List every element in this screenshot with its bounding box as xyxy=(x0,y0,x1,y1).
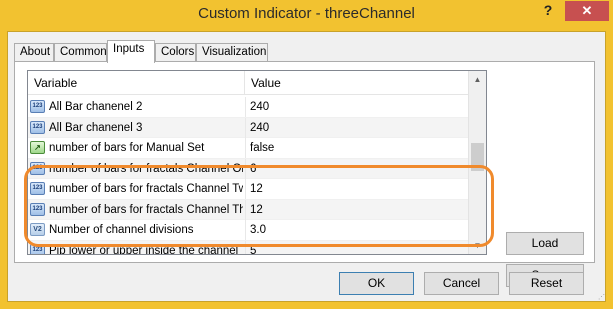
column-divider xyxy=(245,240,246,254)
tab-common[interactable]: Common xyxy=(54,43,107,62)
help-button[interactable]: ? xyxy=(538,2,558,22)
header-variable[interactable]: Variable xyxy=(28,71,245,95)
window-title: Custom Indicator - threeChannel xyxy=(198,5,415,22)
row-variable: number of bars for Manual Set xyxy=(49,142,205,154)
scroll-down-icon[interactable]: ▼ xyxy=(469,237,486,254)
tab-about[interactable]: About xyxy=(14,43,54,62)
scroll-thumb[interactable] xyxy=(471,143,484,171)
close-button[interactable]: ✕ xyxy=(565,1,609,21)
double-icon: V2 xyxy=(30,223,45,236)
int-icon: 123 xyxy=(30,100,45,113)
int-icon: 123 xyxy=(30,202,45,216)
column-divider xyxy=(245,97,246,117)
row-value[interactable]: 5 xyxy=(250,241,460,255)
inputs-grid: Variable Value 123 All Bar chanenel 2 240 1… xyxy=(27,70,487,255)
scroll-up-icon[interactable]: ▲ xyxy=(469,71,486,88)
column-divider xyxy=(245,158,246,179)
bool-icon: ↗ xyxy=(30,141,45,154)
int-icon: 123 xyxy=(30,243,45,254)
table-row[interactable]: 123 Pip lower or upper inside the channel… xyxy=(28,240,468,255)
row-variable: All Bar chanenel 3 xyxy=(49,121,143,134)
header-value[interactable]: Value xyxy=(245,71,468,95)
row-value[interactable]: 12 xyxy=(250,200,460,220)
table-row[interactable]: 123 number of bars for fractals Channel T… xyxy=(28,179,468,200)
tab-colors[interactable]: Colors xyxy=(155,43,196,62)
row-value[interactable]: 12 xyxy=(250,179,460,199)
load-button[interactable]: Load xyxy=(506,232,584,255)
tab-inputs[interactable]: Inputs xyxy=(107,40,155,63)
table-row[interactable]: 123 number of bars for fractals Channel O… xyxy=(28,158,468,179)
column-divider xyxy=(245,117,246,138)
dialog-body: About Common Inputs Colors Visualization… xyxy=(7,31,606,302)
table-row[interactable]: 123 number of bars for fractals Channel T… xyxy=(28,199,468,220)
row-value[interactable]: 240 xyxy=(250,118,460,138)
row-variable: Number of channel divisions xyxy=(49,224,194,236)
row-variable: number of bars for fractals Channel Th..… xyxy=(49,203,243,216)
vertical-scrollbar[interactable]: ▲ ▼ xyxy=(468,71,486,254)
int-icon: 123 xyxy=(30,120,45,134)
column-divider xyxy=(245,138,246,158)
table-row[interactable]: V2 Number of channel divisions 3.0 xyxy=(28,220,468,241)
column-divider xyxy=(245,220,246,240)
row-variable: number of bars for fractals Channel Two xyxy=(49,183,243,195)
grid-rows: 123 All Bar chanenel 2 240 123 All Bar chane… xyxy=(28,97,468,255)
resize-grip-icon[interactable]: ⋰ xyxy=(598,294,606,302)
row-variable: Pip lower or upper inside the channel xyxy=(49,244,239,255)
row-value[interactable]: 6 xyxy=(250,159,460,179)
row-variable: All Bar chanenel 2 xyxy=(49,101,143,113)
reset-button[interactable]: Reset xyxy=(509,272,584,295)
row-variable: number of bars for fractals Channel One xyxy=(49,162,243,175)
row-value[interactable]: false xyxy=(250,138,460,158)
inputs-panel: Variable Value 123 All Bar chanenel 2 240 1… xyxy=(14,61,595,287)
int-icon: 123 xyxy=(30,161,45,175)
table-row[interactable]: ↗ number of bars for Manual Set false xyxy=(28,138,468,159)
tab-visualization[interactable]: Visualization xyxy=(196,43,268,62)
int-icon: 123 xyxy=(30,182,45,195)
table-row[interactable]: 123 All Bar chanenel 3 240 xyxy=(28,117,468,138)
ok-button[interactable]: OK xyxy=(339,272,414,295)
grid-header: Variable Value xyxy=(28,71,468,95)
column-divider xyxy=(245,199,246,220)
row-value[interactable]: 240 xyxy=(250,97,460,117)
column-divider xyxy=(245,179,246,199)
cancel-button[interactable]: Cancel xyxy=(424,272,499,295)
table-row[interactable]: 123 All Bar chanenel 2 240 xyxy=(28,97,468,118)
row-value[interactable]: 3.0 xyxy=(250,220,460,240)
title-bar: Custom Indicator - threeChannel ? ✕ xyxy=(0,0,613,31)
